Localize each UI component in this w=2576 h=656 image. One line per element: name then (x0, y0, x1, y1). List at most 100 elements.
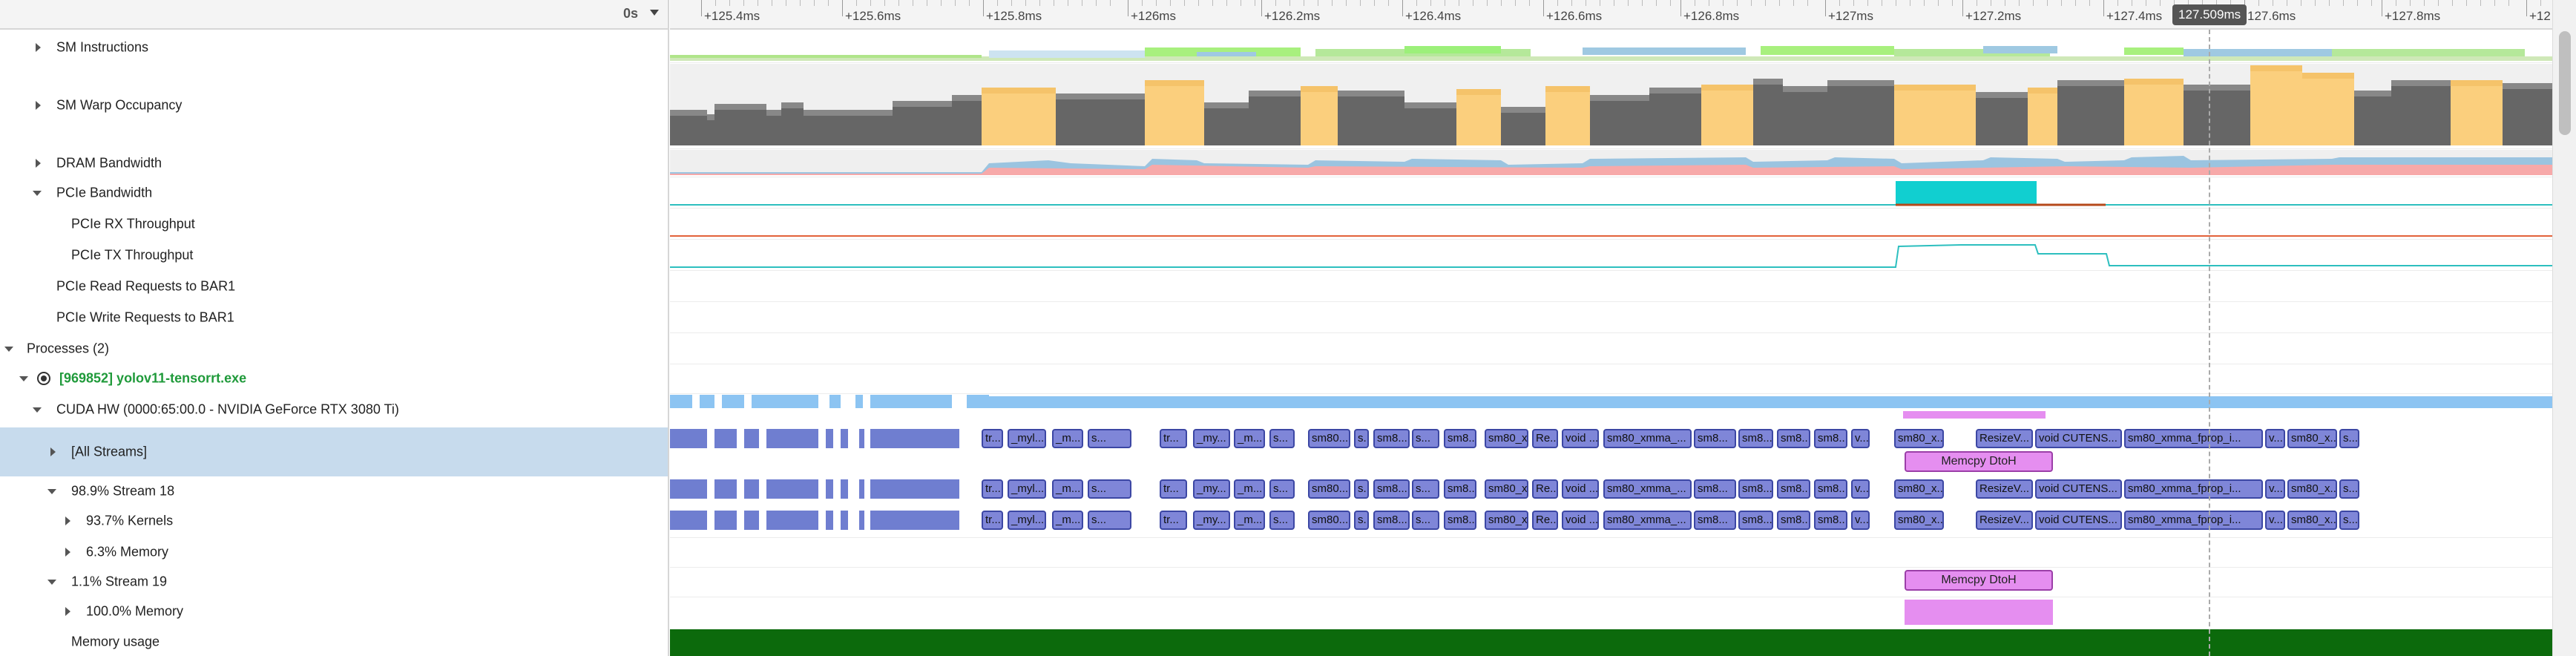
kernel-box[interactable]: sm8... (1814, 511, 1847, 530)
kernel-box[interactable]: tr... (1160, 429, 1187, 448)
kernel-box[interactable]: s... (1354, 429, 1369, 448)
tree-row-pcie-write-bar1[interactable]: PCIe Write Requests to BAR1 (0, 303, 668, 332)
kernel-box[interactable]: sm8... (1444, 511, 1476, 530)
time-cursor-line[interactable] (2209, 30, 2210, 656)
kernel-box[interactable]: _m... (1052, 511, 1083, 530)
pcie-rx-chart[interactable] (670, 209, 2552, 239)
collapse-arrow-icon[interactable] (47, 580, 56, 585)
collapse-arrow-icon[interactable] (33, 191, 42, 196)
timeline-panel[interactable]: +125.4ms +125.6ms +125.8ms +126ms +126.2ms +1… (670, 0, 2552, 656)
kernel-box[interactable]: void CUTENS... (2035, 511, 2122, 530)
stream-18-lane[interactable]: tr... _myl... _m... s... tr... _my... _m... s..… (670, 478, 2552, 508)
kernel-box[interactable]: sm80_x... (1894, 511, 1944, 530)
kernel-box[interactable]: sm8... (1777, 511, 1810, 530)
tree-row-all-streams[interactable]: [All Streams] (0, 427, 668, 476)
tree-row-pcie-bandwidth[interactable]: PCIe Bandwidth (0, 178, 668, 208)
vertical-scrollbar[interactable] (2552, 0, 2576, 656)
kernel-box[interactable]: sm80... (1308, 479, 1350, 499)
kernel-box[interactable]: _myl... (1008, 429, 1046, 448)
kernel-box[interactable]: sm80_x... (1894, 429, 1944, 448)
kernel-box[interactable]: sm8... (1694, 429, 1736, 448)
kernel-box[interactable]: v... (1851, 429, 1870, 448)
tree-row-sm-instructions[interactable]: SM Instructions (0, 33, 668, 62)
kernel-box[interactable]: s... (1412, 479, 1439, 499)
kernel-box[interactable]: s... (2339, 511, 2359, 530)
kernel-box[interactable]: sm8... (1373, 479, 1410, 499)
expand-arrow-icon[interactable] (36, 159, 41, 168)
kernel-box[interactable]: sm80_xmma_... (1603, 479, 1692, 499)
tree-row-cuda-hw[interactable]: CUDA HW (0000:65:00.0 - NVIDIA GeForce R… (0, 395, 668, 424)
kernel-box[interactable]: sm8... (1814, 429, 1847, 448)
kernel-box[interactable]: _my... (1193, 479, 1230, 499)
kernel-box[interactable]: s... (1088, 479, 1131, 499)
kernel-box[interactable]: sm8... (1777, 429, 1810, 448)
kernel-box[interactable]: _my... (1193, 511, 1230, 530)
kernel-box[interactable]: s... (1269, 511, 1295, 530)
tree-row-stream-19[interactable]: 1.1% Stream 19 (0, 567, 668, 597)
kernel-box[interactable]: s... (1412, 429, 1439, 448)
kernel-box[interactable]: Re... (1532, 479, 1558, 499)
kernel-box[interactable]: void ... (1562, 429, 1599, 448)
kernel-box[interactable]: s... (1088, 511, 1131, 530)
kernel-box[interactable]: sm8... (1738, 511, 1773, 530)
kernel-box[interactable]: sm80_xmma_... (1603, 511, 1692, 530)
kernel-box[interactable]: sm8... (1444, 429, 1476, 448)
tree-row-processes[interactable]: Processes (2) (0, 334, 668, 364)
kernel-box[interactable]: sm80_x... (1485, 511, 1528, 530)
tree-row-pcie-rx[interactable]: PCIe RX Throughput (0, 209, 668, 239)
kernel-box[interactable]: sm8... (1373, 429, 1410, 448)
kernel-box[interactable]: _m... (1052, 479, 1083, 499)
kernel-box[interactable]: sm8... (1373, 511, 1410, 530)
kernel-box[interactable]: void CUTENS... (2035, 429, 2122, 448)
tree-row-stream-18[interactable]: 98.9% Stream 18 (0, 476, 668, 506)
kernel-box[interactable]: v... (2265, 479, 2285, 499)
tree-row-sm-warp-occupancy[interactable]: SM Warp Occupancy (0, 62, 668, 148)
kernel-box[interactable]: sm80_x... (2287, 429, 2337, 448)
kernel-box[interactable]: tr... (982, 429, 1003, 448)
scrollbar-thumb[interactable] (2559, 31, 2571, 135)
kernel-box[interactable]: tr... (982, 479, 1003, 499)
kernel-box[interactable]: s... (1269, 479, 1295, 499)
tree-row-pcie-read-bar1[interactable]: PCIe Read Requests to BAR1 (0, 272, 668, 301)
kernel-box[interactable]: s... (1088, 429, 1131, 448)
kernel-box[interactable]: v... (2265, 429, 2285, 448)
expand-arrow-icon[interactable] (65, 607, 70, 616)
kernel-box[interactable]: ResizeV... (1976, 479, 2033, 499)
tree-row-kernels[interactable]: 93.7% Kernels (0, 506, 668, 536)
memcpy-dtoh-box[interactable]: Memcpy DtoH (1905, 570, 2053, 591)
stream-19-lane[interactable]: Memcpy DtoH (670, 568, 2552, 598)
collapse-arrow-icon[interactable] (47, 489, 56, 494)
kernel-box[interactable]: tr... (982, 511, 1003, 530)
kernel-box[interactable]: sm80_x... (1485, 429, 1528, 448)
collapse-arrow-icon[interactable] (19, 376, 28, 381)
kernel-box[interactable]: sm8... (1694, 479, 1736, 499)
tree-row-process[interactable]: [969852] yolov11-tensorrt.exe (0, 364, 668, 393)
kernel-box[interactable]: sm8... (1738, 479, 1773, 499)
tree-row-memory[interactable]: 6.3% Memory (0, 537, 668, 567)
kernel-box[interactable]: _my... (1193, 429, 1230, 448)
tree-row-memory-usage[interactable]: Memory usage (0, 628, 668, 656)
tree-row-dram-bandwidth[interactable]: DRAM Bandwidth (0, 148, 668, 178)
kernel-box[interactable]: sm80_xmma_fprop_i... (2124, 429, 2263, 448)
kernel-box[interactable]: s... (1269, 429, 1295, 448)
kernel-box[interactable]: sm80... (1308, 511, 1350, 530)
expand-arrow-icon[interactable] (50, 447, 56, 456)
kernel-box[interactable]: ResizeV... (1976, 429, 2033, 448)
kernel-box[interactable]: _m... (1234, 511, 1265, 530)
kernel-box[interactable]: sm80_x... (1894, 479, 1944, 499)
process-radio-icon[interactable] (37, 372, 50, 385)
all-streams-lane[interactable]: tr... _myl... _m... s... tr... _my... _m... s..… (670, 427, 2552, 476)
kernel-box[interactable]: sm80... (1308, 429, 1350, 448)
kernel-box[interactable]: Re... (1532, 429, 1558, 448)
expand-arrow-icon[interactable] (36, 43, 41, 52)
kernel-box[interactable]: v... (1851, 479, 1870, 499)
kernel-box[interactable]: void ... (1562, 479, 1599, 499)
kernel-box[interactable]: sm8... (1738, 429, 1773, 448)
kernel-box[interactable]: tr... (1160, 511, 1187, 530)
kernel-box[interactable]: sm8... (1694, 511, 1736, 530)
sm-instructions-chart[interactable] (670, 33, 2552, 62)
kernel-box[interactable]: Re... (1532, 511, 1558, 530)
kernel-box[interactable]: s... (1412, 511, 1439, 530)
kernel-box[interactable]: s... (2339, 429, 2359, 448)
kernel-box[interactable]: void ... (1562, 511, 1599, 530)
